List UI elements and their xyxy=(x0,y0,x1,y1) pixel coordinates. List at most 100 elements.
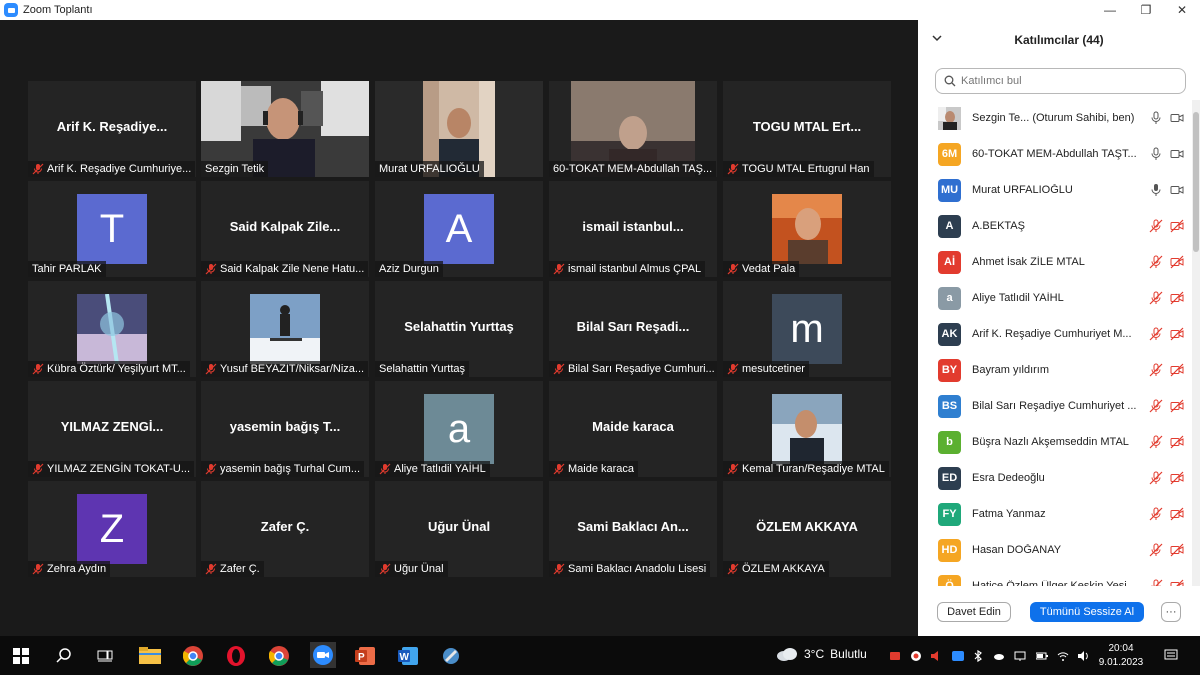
collapse-chevron-icon[interactable] xyxy=(932,32,942,46)
muted-mic-icon[interactable] xyxy=(1149,219,1163,238)
muted-mic-icon[interactable] xyxy=(1149,579,1163,586)
participant-tile[interactable]: Zafer Ç. Zafer Ç. xyxy=(201,481,369,577)
video-off-icon[interactable] xyxy=(1170,399,1184,418)
participant-row[interactable]: 6M 60-TOKAT MEM-Abdullah TAŞT... xyxy=(918,136,1192,172)
minimize-button[interactable]: — xyxy=(1092,0,1128,20)
muted-mic-icon[interactable] xyxy=(1149,363,1163,382)
participant-search-input[interactable] xyxy=(961,75,1161,87)
participant-tile[interactable]: Bilal Sarı Reşadi... Bilal Sarı Reşadiye … xyxy=(549,281,717,377)
participant-tile[interactable]: Kemal Turan/Reşadiye MTAL xyxy=(723,381,891,477)
participant-tile[interactable]: Selahattin Yurttaş Selahattin Yurttaş xyxy=(375,281,543,377)
video-off-icon[interactable] xyxy=(1170,219,1184,238)
participant-row[interactable]: FY Fatma Yanmaz xyxy=(918,496,1192,532)
muted-mic-icon[interactable] xyxy=(1149,507,1163,526)
participant-tile[interactable]: Vedat Pala xyxy=(723,181,891,277)
weather-widget[interactable]: 3°C Bulutlu xyxy=(776,647,867,661)
video-camera-icon[interactable] xyxy=(1170,111,1184,130)
video-off-icon[interactable] xyxy=(1170,471,1184,490)
participant-row[interactable]: Ö Hatice Özlem Ülger Keskin Yeşi... xyxy=(918,568,1192,586)
participant-row[interactable]: HD Hasan DOĞANAY xyxy=(918,532,1192,568)
participant-row[interactable]: BS Bilal Sarı Reşadiye Cumhuriyet ... xyxy=(918,388,1192,424)
file-explorer-icon[interactable] xyxy=(138,644,162,668)
speaker-muted-tray-icon[interactable] xyxy=(930,650,942,662)
participant-list-scrollbar[interactable] xyxy=(1192,100,1200,586)
participant-tile[interactable]: a Aliye Tatlıdil YAİHL xyxy=(375,381,543,477)
opera-icon[interactable] xyxy=(224,644,248,668)
task-view-icon[interactable] xyxy=(93,644,117,668)
participant-tile[interactable]: TOGU MTAL Ert... TOGU MTAL Ertugrul Han xyxy=(723,81,891,177)
meeting-app-tray-icon[interactable] xyxy=(889,650,901,662)
participant-tile[interactable]: ÖZLEM AKKAYA ÖZLEM AKKAYA xyxy=(723,481,891,577)
participant-tile[interactable]: Arif K. Reşadiye... Arif K. Reşadiye Cumh… xyxy=(28,81,196,177)
participant-row[interactable]: ED Esra Dedeoğlu xyxy=(918,460,1192,496)
participant-row[interactable]: Aİ Ahmet İsak ZİLE MTAL xyxy=(918,244,1192,280)
video-off-icon[interactable] xyxy=(1170,579,1184,586)
participant-search[interactable] xyxy=(935,68,1186,94)
participant-tile[interactable]: Uğur Ünal Uğur Ünal xyxy=(375,481,543,577)
wifi-icon[interactable] xyxy=(1057,650,1069,662)
microphone-icon[interactable] xyxy=(1149,111,1163,130)
muted-mic-icon[interactable] xyxy=(1149,543,1163,562)
video-off-icon[interactable] xyxy=(1170,255,1184,274)
participant-tile[interactable]: Yusuf BEYAZIT/Niksar/Niza... xyxy=(201,281,369,377)
participant-tile[interactable]: 60-TOKAT MEM-Abdullah TAŞ... xyxy=(549,81,717,177)
participant-row[interactable]: MU Murat URFALIOĞLU xyxy=(918,172,1192,208)
participant-tile[interactable]: Kübra Öztürk/ Yeşilyurt MT... xyxy=(28,281,196,377)
participant-tile[interactable]: A Aziz Durgun xyxy=(375,181,543,277)
participant-tile[interactable]: Sami Baklacı An... Sami Baklacı Anadolu L… xyxy=(549,481,717,577)
participant-tile[interactable]: Maide karaca Maide karaca xyxy=(549,381,717,477)
onedrive-icon[interactable] xyxy=(993,650,1005,662)
battery-icon[interactable] xyxy=(1036,650,1048,662)
muted-mic-icon[interactable] xyxy=(1149,327,1163,346)
participant-tile[interactable]: T Tahir PARLAK xyxy=(28,181,196,277)
system-clock[interactable]: 20:04 9.01.2023 xyxy=(1096,642,1146,670)
volume-icon[interactable] xyxy=(1077,650,1089,662)
microphone-icon[interactable] xyxy=(1149,147,1163,166)
chrome-icon-2[interactable] xyxy=(267,644,291,668)
video-off-icon[interactable] xyxy=(1170,543,1184,562)
zoom-tray-icon[interactable] xyxy=(952,650,964,662)
invite-button[interactable]: Davet Edin xyxy=(937,602,1011,622)
video-off-icon[interactable] xyxy=(1170,327,1184,346)
video-off-icon[interactable] xyxy=(1170,363,1184,382)
more-options-button[interactable]: ··· xyxy=(1161,602,1181,622)
muted-mic-icon[interactable] xyxy=(1149,291,1163,310)
muted-mic-icon[interactable] xyxy=(1149,399,1163,418)
video-off-icon[interactable] xyxy=(1170,291,1184,310)
participant-row[interactable]: a Aliye Tatlıdil YAİHL xyxy=(918,280,1192,316)
mute-all-button[interactable]: Tümünü Sessize Al xyxy=(1030,602,1144,622)
participant-tile[interactable]: Z Zehra Aydın xyxy=(28,481,196,577)
word-icon[interactable]: W xyxy=(396,644,420,668)
participant-tile[interactable]: Sezgin Tetik xyxy=(201,81,369,177)
participant-row[interactable]: Sezgin Te... (Oturum Sahibi, ben) xyxy=(918,100,1192,136)
participant-tile[interactable]: yasemin bağış T... yasemin bağış Turhal C… xyxy=(201,381,369,477)
participant-row[interactable]: BY Bayram yıldırım xyxy=(918,352,1192,388)
bluetooth-icon[interactable] xyxy=(972,650,984,662)
app-icon[interactable] xyxy=(439,644,463,668)
participant-tile[interactable]: m mesutcetiner xyxy=(723,281,891,377)
video-off-icon[interactable] xyxy=(1170,435,1184,454)
muted-mic-icon[interactable] xyxy=(1149,255,1163,274)
powerpoint-icon[interactable]: P xyxy=(353,644,377,668)
notification-icon[interactable] xyxy=(1164,648,1178,662)
microphone-icon[interactable] xyxy=(1149,183,1163,202)
chrome-icon[interactable] xyxy=(181,644,205,668)
tray-app-icon[interactable] xyxy=(910,650,922,662)
video-camera-icon[interactable] xyxy=(1170,147,1184,166)
participant-row[interactable]: b Büşra Nazlı Akşemseddin MTAL xyxy=(918,424,1192,460)
participant-tile[interactable]: YILMAZ ZENGİ... YILMAZ ZENGİN TOKAT-U... xyxy=(28,381,196,477)
participant-row[interactable]: A A.BEKTAŞ xyxy=(918,208,1192,244)
zoom-taskbar-icon[interactable] xyxy=(310,642,336,668)
muted-mic-icon[interactable] xyxy=(1149,471,1163,490)
display-icon[interactable] xyxy=(1014,650,1026,662)
video-camera-icon[interactable] xyxy=(1170,183,1184,202)
participant-tile[interactable]: Murat URFALIOĞLU xyxy=(375,81,543,177)
muted-mic-icon[interactable] xyxy=(1149,435,1163,454)
video-off-icon[interactable] xyxy=(1170,507,1184,526)
participant-row[interactable]: AK Arif K. Reşadiye Cumhuriyet M... xyxy=(918,316,1192,352)
participant-tile[interactable]: ismail istanbul... ismail istanbul Almus … xyxy=(549,181,717,277)
participant-tile[interactable]: Said Kalpak Zile... Said Kalpak Zile Nene… xyxy=(201,181,369,277)
close-button[interactable]: ✕ xyxy=(1164,0,1200,20)
search-icon[interactable] xyxy=(52,644,76,668)
windows-start-icon[interactable] xyxy=(9,644,33,668)
